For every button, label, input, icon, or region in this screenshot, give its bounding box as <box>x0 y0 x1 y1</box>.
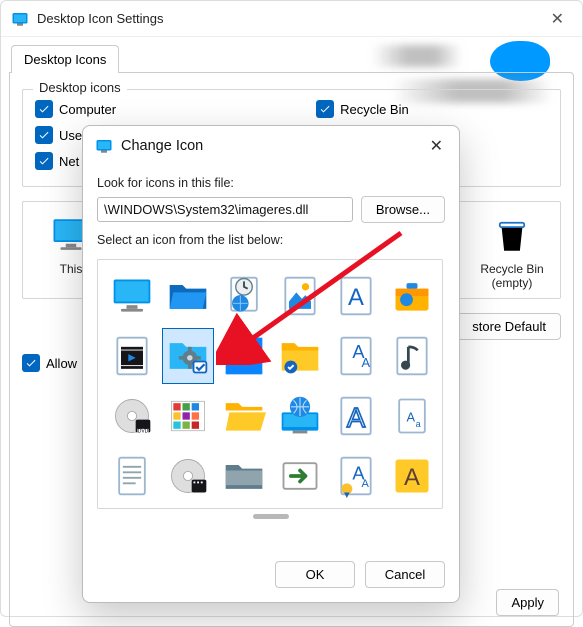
change-icon-dialog: Change Icon ✕ Look for icons in this fil… <box>82 125 460 603</box>
font-cert-icon[interactable] <box>330 448 382 504</box>
desktop-solid-icon[interactable] <box>218 328 270 384</box>
font-file-small-icon[interactable] <box>386 388 438 444</box>
font-amber-icon[interactable] <box>386 448 438 504</box>
video-doc-icon[interactable] <box>106 328 158 384</box>
checkbox-label: Net <box>59 154 79 169</box>
preview-label-sub: (empty) <box>472 276 552 290</box>
timezone-doc-icon[interactable] <box>218 268 270 324</box>
monitor-icon[interactable] <box>106 268 158 324</box>
checkbox-label: Allow <box>46 356 77 371</box>
folder-dark-icon[interactable] <box>218 448 270 504</box>
font-file-badge-icon[interactable] <box>330 328 382 384</box>
browse-button[interactable]: Browse... <box>361 196 445 223</box>
select-icon-label: Select an icon from the list below: <box>97 233 445 247</box>
close-icon[interactable]: ✕ <box>543 5 572 33</box>
tab-desktop-icons[interactable]: Desktop Icons <box>11 45 119 73</box>
image-doc-icon[interactable] <box>106 508 158 509</box>
fieldset-legend: Desktop icons <box>33 80 127 95</box>
folder-blue-icon[interactable] <box>162 268 214 324</box>
horizontal-scrollbar[interactable] <box>253 514 289 519</box>
checkbox-recycle-bin[interactable]: Recycle Bin <box>316 100 409 118</box>
check-icon <box>35 100 53 118</box>
app-icon <box>11 10 29 28</box>
titlebar: Desktop Icon Settings ✕ <box>1 1 582 37</box>
folder-gear-icon[interactable] <box>162 328 214 384</box>
annotation-smudge-2 <box>372 45 462 67</box>
drive-blocks-icon[interactable] <box>162 388 214 444</box>
dialog-titlebar: Change Icon ✕ <box>83 126 459 162</box>
check-icon <box>35 152 53 170</box>
checkbox-computer[interactable]: Computer <box>35 100 116 118</box>
app-icon <box>95 137 113 155</box>
window-title: Desktop Icon Settings <box>37 11 543 26</box>
video-disc-icon[interactable] <box>162 448 214 504</box>
font-file-blue-icon[interactable] <box>330 268 382 324</box>
apply-button[interactable]: Apply <box>496 589 559 616</box>
font-outline-blue-icon[interactable] <box>330 388 382 444</box>
checkbox-label: Recycle Bin <box>340 102 409 117</box>
check-icon <box>35 126 53 144</box>
checkbox-label: Use <box>59 128 82 143</box>
preview-recycle-bin-empty[interactable]: Recycle Bin (empty) <box>472 210 552 290</box>
checkbox-label: Computer <box>59 102 116 117</box>
dvd-disc-icon[interactable] <box>106 388 158 444</box>
icon-grid[interactable] <box>97 259 443 509</box>
ok-button[interactable]: OK <box>275 561 355 588</box>
restore-default-button[interactable]: store Default <box>457 313 561 340</box>
checkbox-network[interactable]: Net <box>35 152 79 170</box>
briefcase-device-icon[interactable] <box>386 268 438 324</box>
icon-file-path-input[interactable] <box>97 197 353 222</box>
recycle-bin-icon <box>491 214 533 256</box>
text-doc-icon[interactable] <box>106 448 158 504</box>
picture-doc-icon[interactable] <box>274 268 326 324</box>
network-monitor-icon[interactable] <box>274 388 326 444</box>
cancel-button[interactable]: Cancel <box>365 561 445 588</box>
run-shortcut-icon[interactable] <box>274 448 326 504</box>
checkbox-users-files[interactable]: Use <box>35 126 82 144</box>
check-icon <box>22 354 40 372</box>
close-icon[interactable]: ✕ <box>424 134 449 158</box>
check-icon <box>316 100 334 118</box>
disc-plain-icon[interactable] <box>162 508 214 509</box>
dialog-title: Change Icon <box>121 138 424 154</box>
folder-yellow-icon[interactable] <box>274 328 326 384</box>
preview-label: Recycle Bin <box>472 262 552 276</box>
look-for-label: Look for icons in this file: <box>97 176 445 190</box>
open-folder-icon[interactable] <box>218 388 270 444</box>
audio-doc-icon[interactable] <box>386 328 438 384</box>
